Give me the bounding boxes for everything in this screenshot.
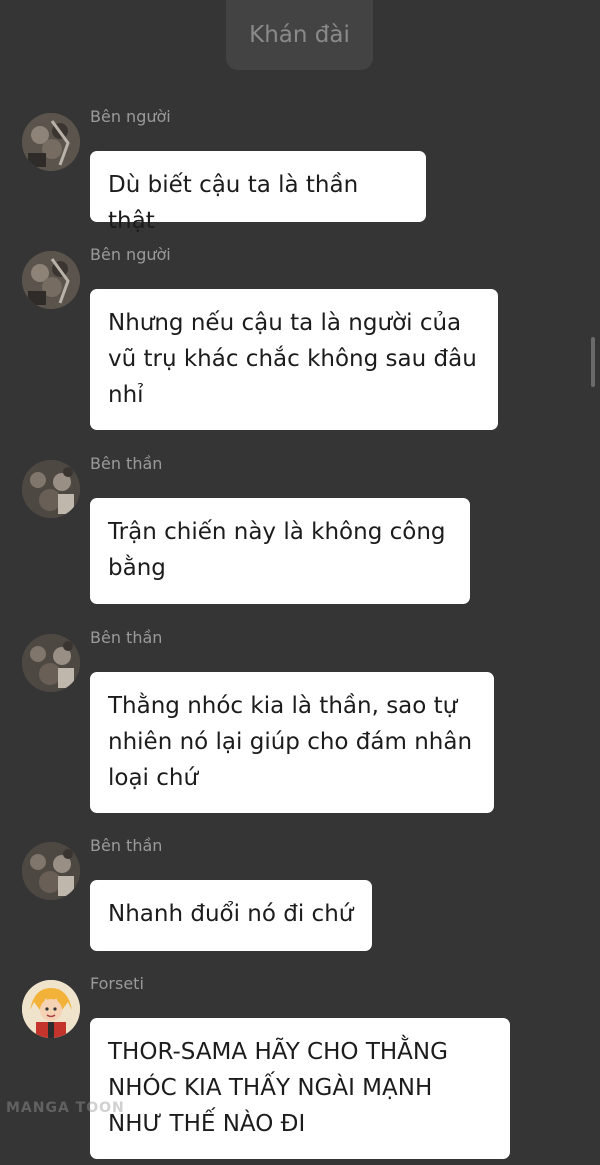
message-bubble: Nhanh đuổi nó đi chứ (90, 880, 372, 951)
channel-title-tab: Khán đài (226, 0, 373, 70)
sender-name: Bên người (90, 245, 171, 264)
sender-name: Forseti (90, 974, 144, 993)
sender-name: Bên thần (90, 454, 163, 473)
message-bubble: Dù biết cậu ta là thần thật (90, 151, 426, 234)
crowd-avatar[interactable] (22, 634, 80, 692)
message-bubble: Thằng nhóc kia là thần, sao tự nhiên nó … (90, 672, 494, 813)
sender-name: Bên thần (90, 836, 163, 855)
scrollbar[interactable] (591, 337, 595, 387)
message-bubble: THOR-SAMA HÃY CHO THẰNG NHÓC KIA THẤY NG… (90, 1018, 510, 1159)
crowd-avatar[interactable] (22, 460, 80, 518)
crowd-avatar[interactable] (22, 113, 80, 171)
message-bubble: Nhưng nếu cậu ta là người của vũ trụ khá… (90, 289, 498, 430)
sender-name: Bên người (90, 107, 171, 126)
crowd-avatar[interactable] (22, 251, 80, 309)
character-avatar[interactable] (22, 980, 80, 1038)
crowd-avatar[interactable] (22, 842, 80, 900)
channel-title: Khán đài (249, 22, 350, 48)
watermark: MANGA TOON (6, 1100, 125, 1116)
message-bubble: Trận chiến này là không công bằng (90, 498, 470, 604)
sender-name: Bên thần (90, 628, 163, 647)
